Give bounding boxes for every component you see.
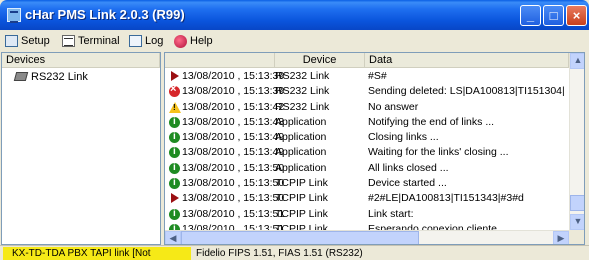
log-pane: Device Data 13/08/2010 , 15:13:39 RS232 L… (164, 52, 585, 245)
log-data: Waiting for the links' closing ... (368, 146, 509, 159)
log-data: #S# (368, 70, 387, 82)
terminal-icon (62, 35, 75, 47)
log-icon (129, 35, 142, 47)
log-timestamp: 13/08/2010 , 15:13:51 (182, 207, 285, 220)
log-data: Sending deleted: LS|DA100813|TI151304| (368, 85, 565, 98)
close-button[interactable]: × (566, 5, 587, 26)
log-row[interactable]: 13/08/2010 , 15:13:50Application All link… (165, 161, 569, 176)
menu-setup-label: Setup (21, 35, 50, 47)
info-icon (169, 146, 180, 159)
menu-log-label: Log (145, 35, 164, 47)
log-timestamp: 13/08/2010 , 15:13:39 (182, 70, 285, 82)
log-row[interactable]: 13/08/2010 , 15:13:42RS232 Link No answer (165, 100, 569, 115)
log-row[interactable]: 13/08/2010 , 15:13:43Application Notifyin… (165, 115, 569, 130)
log-device: Application (275, 146, 327, 159)
menu-setup[interactable]: Setup (5, 33, 50, 49)
menu-bar: Setup Terminal Log Help (0, 30, 589, 51)
log-timestamp: 13/08/2010 , 15:13:39 (182, 85, 285, 98)
log-timestamp: 13/08/2010 , 15:13:49 (182, 146, 285, 159)
log-device: TCPIP Link (275, 207, 328, 220)
menu-log[interactable]: Log (129, 33, 163, 49)
interface-status: Fidelio FIPS 1.51, FIAS 1.51 (RS232) (196, 248, 363, 259)
log-device: RS232 Link (275, 85, 330, 98)
log-device: Application (275, 115, 327, 128)
menu-terminal[interactable]: Terminal (62, 33, 120, 49)
scroll-up-button[interactable]: ▲ (570, 53, 584, 69)
maximize-button[interactable]: □ (543, 5, 564, 26)
scrollbar-corner (569, 230, 584, 244)
info-icon (169, 131, 180, 144)
log-timestamp: 13/08/2010 , 15:13:50 (182, 177, 285, 190)
menu-help-label: Help (190, 35, 213, 47)
arrow-right-icon (171, 71, 179, 81)
log-row[interactable]: 13/08/2010 , 15:13:51TCPIP Link Link star… (165, 207, 569, 222)
log-timestamp: 13/08/2010 , 15:13:49 (182, 131, 285, 144)
log-timestamp: 13/08/2010 , 15:13:43 (182, 115, 285, 128)
error-icon (169, 83, 180, 98)
horizontal-scrollbar[interactable]: ◀ ▶ (165, 230, 569, 244)
log-row[interactable]: 13/08/2010 , 15:13:50TCPIP Link Device st… (165, 176, 569, 191)
log-device: TCPIP Link (275, 192, 328, 205)
info-icon (169, 162, 180, 174)
log-data: #2#LE|DA100813|TI151343|#3#d (368, 192, 524, 205)
info-icon (169, 116, 180, 128)
app-icon (7, 8, 21, 23)
menu-help[interactable]: Help (174, 33, 213, 49)
column-header-data[interactable]: Data (365, 53, 569, 68)
log-timestamp: 13/08/2010 , 15:13:50 (182, 161, 285, 174)
log-timestamp: 13/08/2010 , 15:13:42 (182, 100, 285, 113)
license-status: KX-TD-TDA PBX TAPI link [Not Licensed] (3, 247, 191, 260)
log-timestamp: 13/08/2010 , 15:13:50 (182, 192, 285, 205)
horizontal-scroll-thumb[interactable] (181, 231, 419, 244)
log-row[interactable]: 13/08/2010 , 15:13:49Application Closing … (165, 130, 569, 145)
arrow-right-icon (171, 193, 179, 204)
devices-header[interactable]: Devices (2, 53, 160, 68)
vertical-scrollbar[interactable]: ▲ ▼ (569, 53, 584, 230)
device-label: RS232 Link (31, 71, 88, 83)
title-bar[interactable]: cHar PMS Link 2.0.3 (R99) _ □ × (0, 0, 589, 30)
vertical-scroll-thumb[interactable] (570, 195, 584, 211)
minimize-button[interactable]: _ (520, 5, 541, 26)
status-bar: KX-TD-TDA PBX TAPI link [Not Licensed] F… (0, 245, 589, 260)
log-list: 13/08/2010 , 15:13:39RS232 Link#S#13/08/… (165, 69, 569, 244)
log-data: All links closed ... (368, 161, 449, 174)
log-data: Device started ... (368, 177, 447, 190)
log-device: Application (275, 131, 327, 144)
device-item[interactable]: RS232 Link (2, 69, 88, 85)
window-title: cHar PMS Link 2.0.3 (R99) (25, 7, 185, 22)
devices-pane: Devices RS232 Link (1, 52, 161, 245)
serial-port-icon (14, 71, 28, 83)
column-header-device[interactable]: Device (275, 53, 365, 68)
help-icon (174, 34, 187, 48)
scroll-down-button[interactable]: ▼ (570, 214, 584, 230)
log-data: Notifying the end of links ... (368, 115, 495, 128)
setup-icon (5, 35, 18, 47)
info-icon (169, 177, 180, 190)
log-device: RS232 Link (275, 100, 330, 113)
log-row[interactable]: 13/08/2010 , 15:13:39RS232 Link Sending d… (165, 83, 569, 99)
menu-terminal-label: Terminal (78, 35, 120, 47)
scroll-left-button[interactable]: ◀ (165, 231, 181, 244)
log-device: Application (275, 161, 327, 174)
log-data: Link start: (368, 207, 414, 220)
log-data: No answer (368, 100, 419, 113)
log-row[interactable]: 13/08/2010 , 15:13:49Application Waiting … (165, 145, 569, 160)
column-header-date[interactable] (165, 53, 275, 68)
warning-icon (169, 101, 181, 113)
log-device: TCPIP Link (275, 177, 328, 190)
log-data: Closing links ... (368, 131, 439, 144)
log-device: RS232 Link (275, 70, 330, 82)
log-row[interactable]: 13/08/2010 , 15:13:50 TCPIP Link #2#LE|DA1… (165, 191, 569, 206)
scroll-right-button[interactable]: ▶ (553, 231, 569, 244)
info-icon (169, 208, 180, 220)
log-row[interactable]: 13/08/2010 , 15:13:39 RS232 Link #S# (165, 69, 569, 84)
